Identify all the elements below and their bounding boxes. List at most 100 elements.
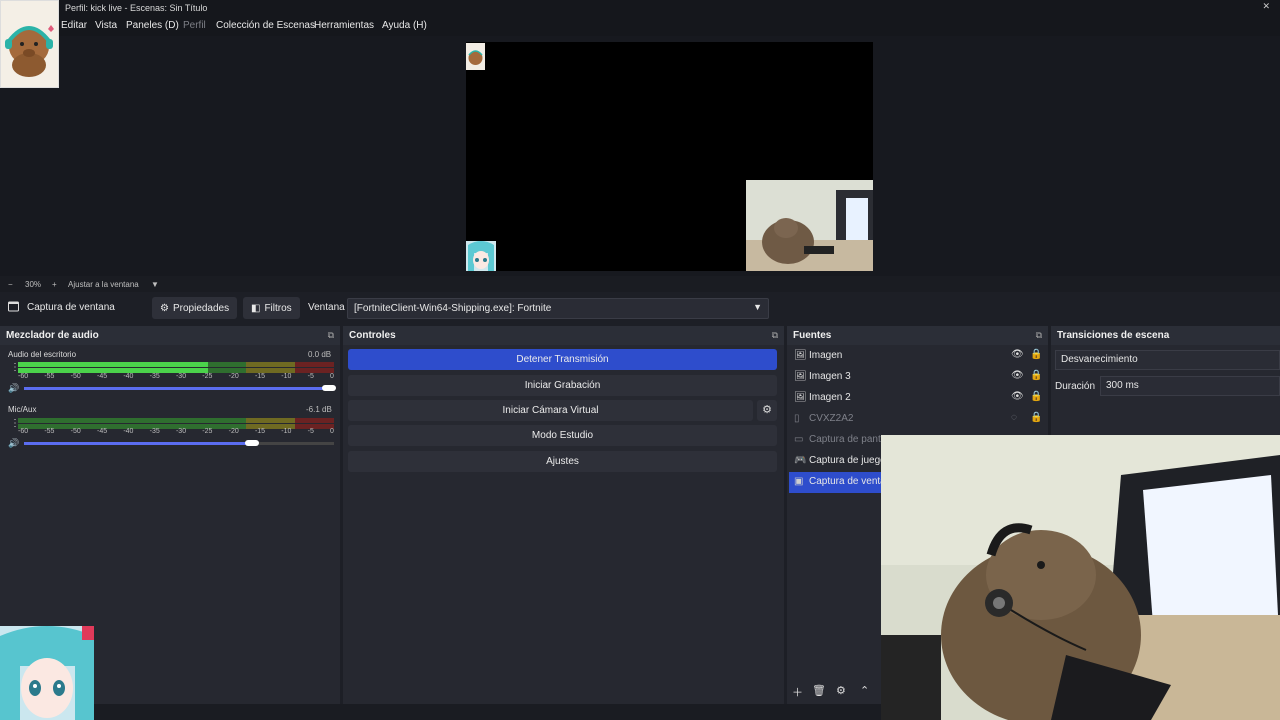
audio-meter xyxy=(18,418,334,423)
title-bar: Perfil: kick live - Escenas: Sin Título … xyxy=(0,0,1280,16)
source-label: Captura de juego xyxy=(809,455,886,466)
meter-tick: -15 xyxy=(254,373,266,380)
window-title: Perfil: kick live - Escenas: Sin Título xyxy=(65,3,208,13)
source-item[interactable]: 🖼 Imagen 👁 🔒 xyxy=(789,346,1045,367)
duration-input[interactable]: 300 ms xyxy=(1100,376,1280,396)
meter-tick: -35 xyxy=(149,373,160,380)
meter-tick: -55 xyxy=(44,373,55,380)
meter-tick: -20 xyxy=(228,428,239,435)
speaker-icon[interactable]: 🔊 xyxy=(8,383,19,394)
start-recording-button[interactable]: Iniciar Grabación xyxy=(348,375,777,396)
chevron-down-icon: ▼ xyxy=(753,302,762,312)
eye-icon[interactable]: 👁 xyxy=(1011,370,1024,381)
properties-button[interactable]: ⚙ Propiedades xyxy=(152,297,238,319)
volume-slider-knob[interactable] xyxy=(244,440,259,446)
transition-select[interactable]: Desvanecimiento xyxy=(1055,350,1280,370)
settings-button[interactable]: Ajustes xyxy=(348,451,777,472)
status-bar xyxy=(0,704,881,720)
meter-tick: -30 xyxy=(175,373,187,380)
lock-icon[interactable]: 🔒 xyxy=(1030,391,1042,402)
channel-name: Mic/Aux xyxy=(8,405,37,414)
menu-paneles[interactable]: Paneles (D) xyxy=(126,20,179,31)
meter-tick: -50 xyxy=(70,373,81,380)
volume-slider-fill xyxy=(24,387,334,390)
virtual-camera-button[interactable]: Iniciar Cámara Virtual xyxy=(348,400,753,421)
lock-icon[interactable]: 🔒 xyxy=(1030,412,1042,423)
meter-tick: 0 xyxy=(330,373,334,380)
menu-bar: Editar Vista Paneles (D) Perfil Colecció… xyxy=(0,16,1280,36)
close-icon[interactable]: ✕ xyxy=(1262,1,1270,12)
channel-name: Audio del escritorio xyxy=(8,350,77,359)
gamepad-icon: 🎮 xyxy=(794,455,807,466)
source-item[interactable]: ▯ CVXZ2A2 ◌ 🔒 xyxy=(789,409,1045,430)
filters-button[interactable]: ◧ Filtros xyxy=(243,297,300,319)
menu-editar[interactable]: Editar xyxy=(61,20,87,31)
speaker-icon[interactable]: 🔊 xyxy=(8,438,19,449)
trash-icon[interactable]: 🗑 xyxy=(812,684,826,697)
controls-header: Controles ⧉ xyxy=(343,326,784,345)
anime-character-preview[interactable] xyxy=(466,241,496,271)
gear-icon: ⚙ xyxy=(160,302,169,314)
volume-slider-fill xyxy=(24,442,257,445)
meter-tick: -15 xyxy=(254,428,266,435)
source-label: Imagen 2 xyxy=(809,392,851,403)
webcam-preview[interactable] xyxy=(746,180,873,271)
meter-tick: -25 xyxy=(202,428,213,435)
menu-herramientas[interactable]: Herramientas xyxy=(314,20,374,31)
meter-ticks: -60 -55 -50 -45 -40 -35 -30 -25 -20 -15 -10 -5 0 xyxy=(18,373,334,380)
move-up-icon[interactable]: ⌃ xyxy=(860,684,869,697)
audio-mixer-title: Mezclador de audio xyxy=(6,330,99,341)
zoom-out-icon[interactable]: − xyxy=(8,280,13,289)
capybara-sticker-preview[interactable] xyxy=(466,43,485,70)
anime-character-overlay xyxy=(0,626,94,720)
meter-tick: -35 xyxy=(149,428,160,435)
stop-stream-button[interactable]: Detener Transmisión xyxy=(348,349,777,370)
menu-ayuda[interactable]: Ayuda (H) xyxy=(382,20,427,31)
source-label: Captura de venta xyxy=(809,476,886,487)
zoom-dropdown-icon[interactable]: ▼ xyxy=(151,280,159,289)
meter-tick: -5 xyxy=(307,373,314,380)
zoom-level: 30% xyxy=(25,280,42,289)
zoom-in-icon[interactable]: + xyxy=(52,280,57,289)
eye-icon[interactable]: 👁 xyxy=(1011,391,1024,402)
gear-icon[interactable]: ⚙ xyxy=(836,684,846,697)
zoom-fit-label[interactable]: Ajustar a la ventana xyxy=(68,280,139,289)
lock-icon[interactable]: 🔒 xyxy=(1030,349,1042,360)
filters-label: Filtros xyxy=(264,302,292,314)
menu-perfil[interactable]: Perfil xyxy=(183,20,206,31)
window-capture-icon xyxy=(8,301,19,315)
sources-header: Fuentes ⧉ xyxy=(787,326,1048,345)
source-label: Imagen xyxy=(809,350,843,361)
meter-tick: -45 xyxy=(96,373,108,380)
window-label: Ventana xyxy=(308,302,345,313)
volume-slider-knob[interactable] xyxy=(322,385,336,391)
meter-tick: -5 xyxy=(307,428,314,435)
window-select[interactable]: [FortniteClient-Win64-Shipping.exe]: For… xyxy=(347,298,769,319)
source-item[interactable]: 🖼 Imagen 3 👁 🔒 xyxy=(789,367,1045,388)
zoom-bar: − 30% + Ajustar a la ventana ▼ xyxy=(0,276,1280,292)
menu-vista[interactable]: Vista xyxy=(95,20,117,31)
window-icon: ▣ xyxy=(794,476,804,487)
meter-ticks: -60 -55 -50 -45 -40 -35 -30 -25 -20 -15 -10 -5 0 xyxy=(18,428,334,435)
controls-title: Controles xyxy=(349,330,396,341)
virtual-camera-settings-gear-icon[interactable]: ⚙ xyxy=(757,400,777,421)
filter-icon: ◧ xyxy=(251,302,261,314)
undock-icon[interactable]: ⧉ xyxy=(1036,330,1042,341)
file-icon: ▯ xyxy=(794,413,800,424)
source-item[interactable]: 🖼 Imagen 2 👁 🔒 xyxy=(789,388,1045,409)
window-select-value: [FortniteClient-Win64-Shipping.exe]: For… xyxy=(354,303,552,314)
transitions-title: Transiciones de escena xyxy=(1057,330,1170,341)
lock-icon[interactable]: 🔒 xyxy=(1030,370,1042,381)
image-icon: 🖼 xyxy=(794,392,807,403)
audio-meter-level xyxy=(18,362,208,367)
transitions-header: Transiciones de escena xyxy=(1051,326,1280,345)
eye-icon[interactable]: 👁 xyxy=(1011,349,1024,360)
menu-coleccion-escenas[interactable]: Colección de Escenas xyxy=(216,20,315,31)
image-icon: 🖼 xyxy=(794,371,807,382)
eye-hidden-icon[interactable]: ◌ xyxy=(1011,412,1017,423)
add-source-icon[interactable]: ＋ xyxy=(792,684,803,700)
properties-label: Propiedades xyxy=(172,302,230,314)
undock-icon[interactable]: ⧉ xyxy=(328,330,334,341)
studio-mode-button[interactable]: Modo Estudio xyxy=(348,425,777,446)
undock-icon[interactable]: ⧉ xyxy=(772,330,778,341)
